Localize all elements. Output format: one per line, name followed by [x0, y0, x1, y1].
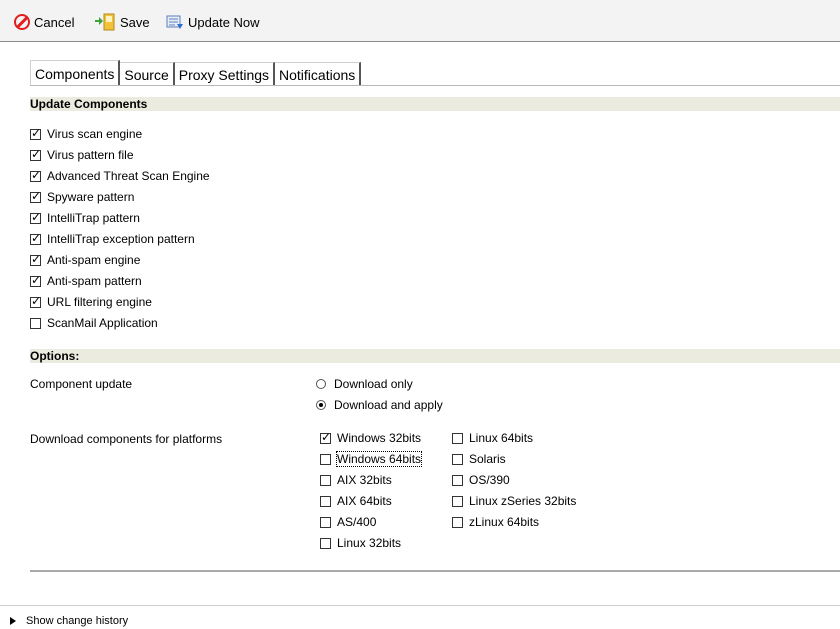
cancel-icon — [14, 14, 30, 30]
update-components-heading: Update Components — [30, 97, 840, 111]
checkbox[interactable] — [30, 189, 41, 203]
footer: Show change history — [0, 605, 840, 629]
checkbox[interactable] — [320, 537, 331, 549]
component-spyware-pattern[interactable]: Spyware pattern — [30, 189, 134, 205]
radio-label: Download only — [334, 377, 413, 391]
checkbox-label: Linux zSeries 32bits — [469, 494, 577, 508]
checkbox-label: IntelliTrap pattern — [47, 211, 140, 225]
platform-linux-64bits[interactable]: Linux 64bits — [452, 430, 533, 446]
save-icon — [94, 13, 115, 31]
platform-os390[interactable]: OS/390 — [452, 472, 510, 488]
checkbox-label: Advanced Threat Scan Engine — [47, 169, 210, 183]
checkbox-label: AIX 32bits — [337, 473, 392, 487]
platform-as400[interactable]: AS/400 — [320, 514, 376, 530]
checkbox[interactable] — [30, 210, 41, 224]
checkbox-label: Linux 32bits — [337, 536, 402, 550]
component-url-filtering-engine[interactable]: URL filtering engine — [30, 294, 152, 310]
checkbox[interactable] — [452, 474, 463, 486]
radio-button[interactable] — [316, 400, 326, 410]
checkbox-label: AS/400 — [337, 515, 377, 529]
tab-bar: Components Source Proxy Settings Notific… — [30, 60, 362, 86]
save-label: Save — [120, 14, 150, 30]
checkbox[interactable] — [320, 453, 331, 465]
expand-arrow-icon — [10, 617, 16, 625]
platform-windows-64bits[interactable]: Windows 64bits — [320, 451, 423, 467]
checkbox-label: IntelliTrap exception pattern — [47, 232, 195, 246]
platform-solaris[interactable]: Solaris — [452, 451, 506, 467]
radio-button[interactable] — [316, 379, 326, 389]
platform-aix-64bits[interactable]: AIX 64bits — [320, 493, 392, 509]
component-update-label: Component update — [30, 377, 133, 391]
component-advanced-threat-scan-engine[interactable]: Advanced Threat Scan Engine — [30, 168, 210, 184]
checkbox-label: OS/390 — [469, 473, 510, 487]
platform-linux-zseries-32bits[interactable]: Linux zSeries 32bits — [452, 493, 576, 509]
checkbox-label: Anti-spam pattern — [47, 274, 142, 288]
checkbox-label: AIX 64bits — [337, 494, 392, 508]
cancel-label: Cancel — [34, 14, 75, 30]
checkbox-label: Virus scan engine — [47, 127, 143, 141]
tab-label: Components — [35, 65, 115, 82]
tab-label: Proxy Settings — [178, 66, 270, 83]
settings-panel: Components Source Proxy Settings Notific… — [30, 42, 840, 572]
options-heading: Options: — [30, 349, 840, 363]
checkbox[interactable] — [30, 294, 41, 308]
tab-label: Notifications — [279, 66, 356, 83]
update-now-label: Update Now — [188, 14, 260, 30]
checkbox[interactable] — [452, 495, 463, 507]
checkbox-label: Anti-spam engine — [47, 253, 141, 267]
component-intellitrap-pattern[interactable]: IntelliTrap pattern — [30, 210, 140, 226]
checkbox[interactable] — [320, 474, 331, 486]
platforms-label: Download components for platforms — [30, 432, 223, 446]
component-anti-spam-engine[interactable]: Anti-spam engine — [30, 252, 140, 268]
show-change-history-toggle[interactable]: Show change history — [10, 615, 128, 627]
radio-download-only[interactable]: Download only — [316, 376, 413, 392]
checkbox[interactable] — [30, 231, 41, 245]
checkbox-label: Virus pattern file — [47, 148, 134, 162]
checkbox-label: ScanMail Application — [47, 316, 158, 330]
component-scanmail-application[interactable]: ScanMail Application — [30, 315, 158, 331]
tab-notifications[interactable]: Notifications — [275, 62, 362, 86]
platform-aix-32bits[interactable]: AIX 32bits — [320, 472, 392, 488]
platform-linux-32bits[interactable]: Linux 32bits — [320, 535, 401, 551]
checkbox[interactable] — [30, 252, 41, 266]
tab-label: Source — [124, 66, 169, 83]
toolbar: Cancel Save Update Now — [0, 0, 840, 42]
save-button[interactable]: Save — [94, 13, 150, 31]
checkbox[interactable] — [30, 168, 41, 182]
radio-label: Download and apply — [334, 398, 443, 412]
checkbox-label: Spyware pattern — [47, 190, 135, 204]
checkbox-label: Linux 64bits — [469, 431, 534, 445]
show-history-label: Show change history — [26, 615, 129, 627]
component-virus-scan-engine[interactable]: Virus scan engine — [30, 126, 142, 142]
checkbox[interactable] — [320, 495, 331, 507]
tab-components[interactable]: Components — [30, 60, 121, 86]
cancel-button[interactable]: Cancel — [14, 13, 74, 31]
component-intellitrap-exception-pattern[interactable]: IntelliTrap exception pattern — [30, 231, 195, 247]
checkbox[interactable] — [30, 273, 41, 287]
checkbox[interactable] — [452, 453, 463, 465]
checkbox[interactable] — [30, 126, 41, 140]
checkbox[interactable] — [30, 317, 41, 329]
update-icon — [166, 13, 184, 31]
checkbox[interactable] — [452, 432, 463, 444]
checkbox[interactable] — [320, 516, 331, 528]
platform-windows-32bits[interactable]: Windows 32bits — [320, 430, 421, 446]
update-now-button[interactable]: Update Now — [166, 13, 260, 31]
radio-download-and-apply[interactable]: Download and apply — [316, 397, 443, 413]
component-virus-pattern-file[interactable]: Virus pattern file — [30, 147, 134, 163]
checkbox[interactable] — [320, 430, 331, 444]
component-anti-spam-pattern[interactable]: Anti-spam pattern — [30, 273, 142, 289]
tab-source[interactable]: Source — [120, 62, 175, 86]
checkbox-label: URL filtering engine — [47, 295, 152, 309]
checkbox[interactable] — [30, 147, 41, 161]
footer-divider — [0, 605, 840, 606]
platform-zlinux-64bits[interactable]: zLinux 64bits — [452, 514, 539, 530]
tab-divider — [30, 85, 840, 86]
checkbox-label: Solaris — [469, 452, 506, 466]
checkbox[interactable] — [452, 516, 463, 528]
checkbox-label: Windows 64bits — [335, 451, 423, 467]
checkbox-label: Windows 32bits — [337, 431, 422, 445]
tab-proxy-settings[interactable]: Proxy Settings — [174, 62, 276, 86]
checkbox-label: zLinux 64bits — [469, 515, 540, 529]
